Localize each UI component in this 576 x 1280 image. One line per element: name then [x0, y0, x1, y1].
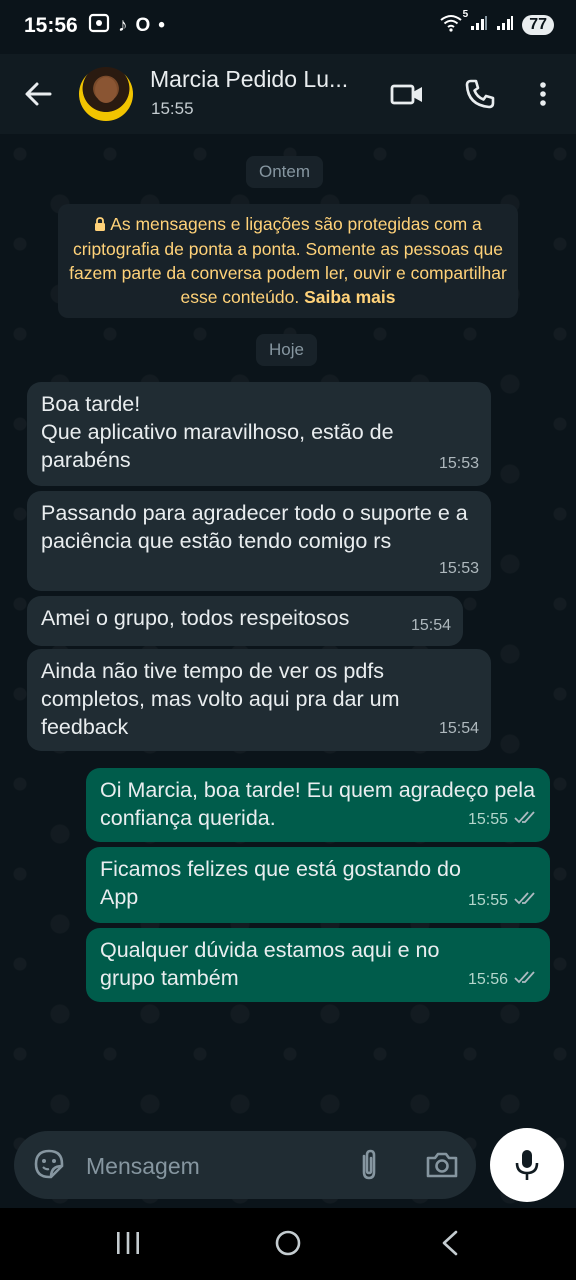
- avatar[interactable]: [79, 67, 133, 121]
- message-meta: 15:53: [439, 555, 479, 583]
- battery-indicator: 77: [522, 15, 554, 35]
- paperclip-icon[interactable]: [351, 1147, 387, 1183]
- arrow-left-icon[interactable]: [20, 76, 56, 112]
- message-text: Amei o grupo, todos respeitosos: [41, 606, 350, 630]
- screenshot-notification-icon: [88, 13, 110, 39]
- mic-button[interactable]: [490, 1128, 564, 1202]
- message-time: 15:54: [410, 617, 451, 634]
- message-bubble-incoming[interactable]: Ainda não tive tempo de ver os pdfs comp…: [27, 649, 491, 751]
- encryption-notice[interactable]: As mensagens e ligações são protegidas c…: [58, 204, 518, 318]
- o-notification-icon: O: [135, 15, 151, 36]
- message-meta: 15:56: [468, 966, 538, 994]
- lock-icon: [94, 213, 106, 237]
- system-nav-bar: [0, 1208, 576, 1280]
- date-chip-today: Hoje: [256, 334, 317, 366]
- camera-icon[interactable]: [424, 1147, 460, 1183]
- double-check-icon: [514, 806, 538, 834]
- signal-icon-1: [470, 15, 488, 35]
- notification-icons: ♪ O •: [88, 13, 165, 39]
- double-check-icon: [514, 966, 538, 994]
- message-text: Qualquer dúvida estamos aqui e no grupo …: [100, 938, 446, 990]
- encryption-text: As mensagens e ligações são protegidas c…: [69, 214, 507, 307]
- double-check-icon: [514, 887, 538, 915]
- message-meta: 15:55: [468, 806, 538, 834]
- message-text: Ficamos felizes que está gostando do App: [100, 857, 466, 909]
- phone-icon[interactable]: [462, 76, 498, 112]
- wifi-icon: 5: [440, 9, 468, 36]
- back-nav-icon[interactable]: [430, 1226, 470, 1262]
- message-input[interactable]: [84, 1143, 338, 1189]
- message-composer: [14, 1131, 476, 1199]
- tiktok-notification-icon: ♪: [118, 15, 128, 36]
- home-icon[interactable]: [268, 1226, 308, 1262]
- message-bubble-outgoing[interactable]: Qualquer dúvida estamos aqui e no grupo …: [86, 928, 550, 1002]
- date-chip-yesterday: Ontem: [246, 156, 324, 188]
- learn-more-link[interactable]: Saiba mais: [304, 287, 395, 307]
- sticker-icon[interactable]: [32, 1147, 68, 1183]
- message-text: Passando para agradecer todo o suporte e…: [41, 501, 474, 553]
- message-time: 15:56: [467, 971, 508, 988]
- status-right: 5 77: [440, 9, 554, 36]
- message-bubble-incoming[interactable]: Boa tarde! Que aplicativo maravilhoso, e…: [27, 382, 491, 486]
- message-meta: 15:54: [411, 612, 451, 640]
- last-seen: 15:55: [151, 99, 194, 118]
- more-notifications-dot: •: [158, 15, 165, 36]
- message-bubble-outgoing[interactable]: Ficamos felizes que está gostando do App…: [86, 847, 550, 923]
- message-time: 15:53: [438, 560, 479, 577]
- message-time: 15:54: [438, 720, 479, 737]
- mic-icon: [511, 1148, 543, 1187]
- video-call-icon[interactable]: [389, 76, 425, 112]
- network-type-label: 5: [462, 9, 469, 20]
- message-time: 15:53: [438, 455, 479, 472]
- message-bubble-incoming[interactable]: Passando para agradecer todo o suporte e…: [27, 491, 491, 591]
- message-text: Boa tarde! Que aplicativo maravilhoso, e…: [41, 392, 394, 472]
- recent-apps-icon[interactable]: [108, 1226, 148, 1262]
- message-time: 15:55: [467, 892, 508, 909]
- message-meta: 15:54: [439, 715, 479, 743]
- message-bubble-incoming[interactable]: Amei o grupo, todos respeitosos 15:54: [27, 596, 463, 646]
- message-bubble-outgoing[interactable]: Oi Marcia, boa tarde! Eu quem agradeço p…: [86, 768, 550, 842]
- contact-name[interactable]: Marcia Pedido Lu...: [150, 66, 375, 93]
- message-meta: 15:55: [468, 887, 538, 915]
- more-vert-icon[interactable]: [525, 76, 561, 112]
- status-time: 15:56: [24, 14, 78, 37]
- message-text: Ainda não tive tempo de ver os pdfs comp…: [41, 659, 406, 739]
- message-meta: 15:53: [439, 450, 479, 478]
- signal-icon-2: [496, 15, 514, 35]
- chat-area[interactable]: Ontem As mensagens e ligações são proteg…: [0, 134, 576, 1208]
- message-time: 15:55: [467, 811, 508, 828]
- status-bar: 15:56 ♪ O • 5 77: [0, 0, 576, 54]
- chat-header: Marcia Pedido Lu... 15:55: [0, 54, 576, 134]
